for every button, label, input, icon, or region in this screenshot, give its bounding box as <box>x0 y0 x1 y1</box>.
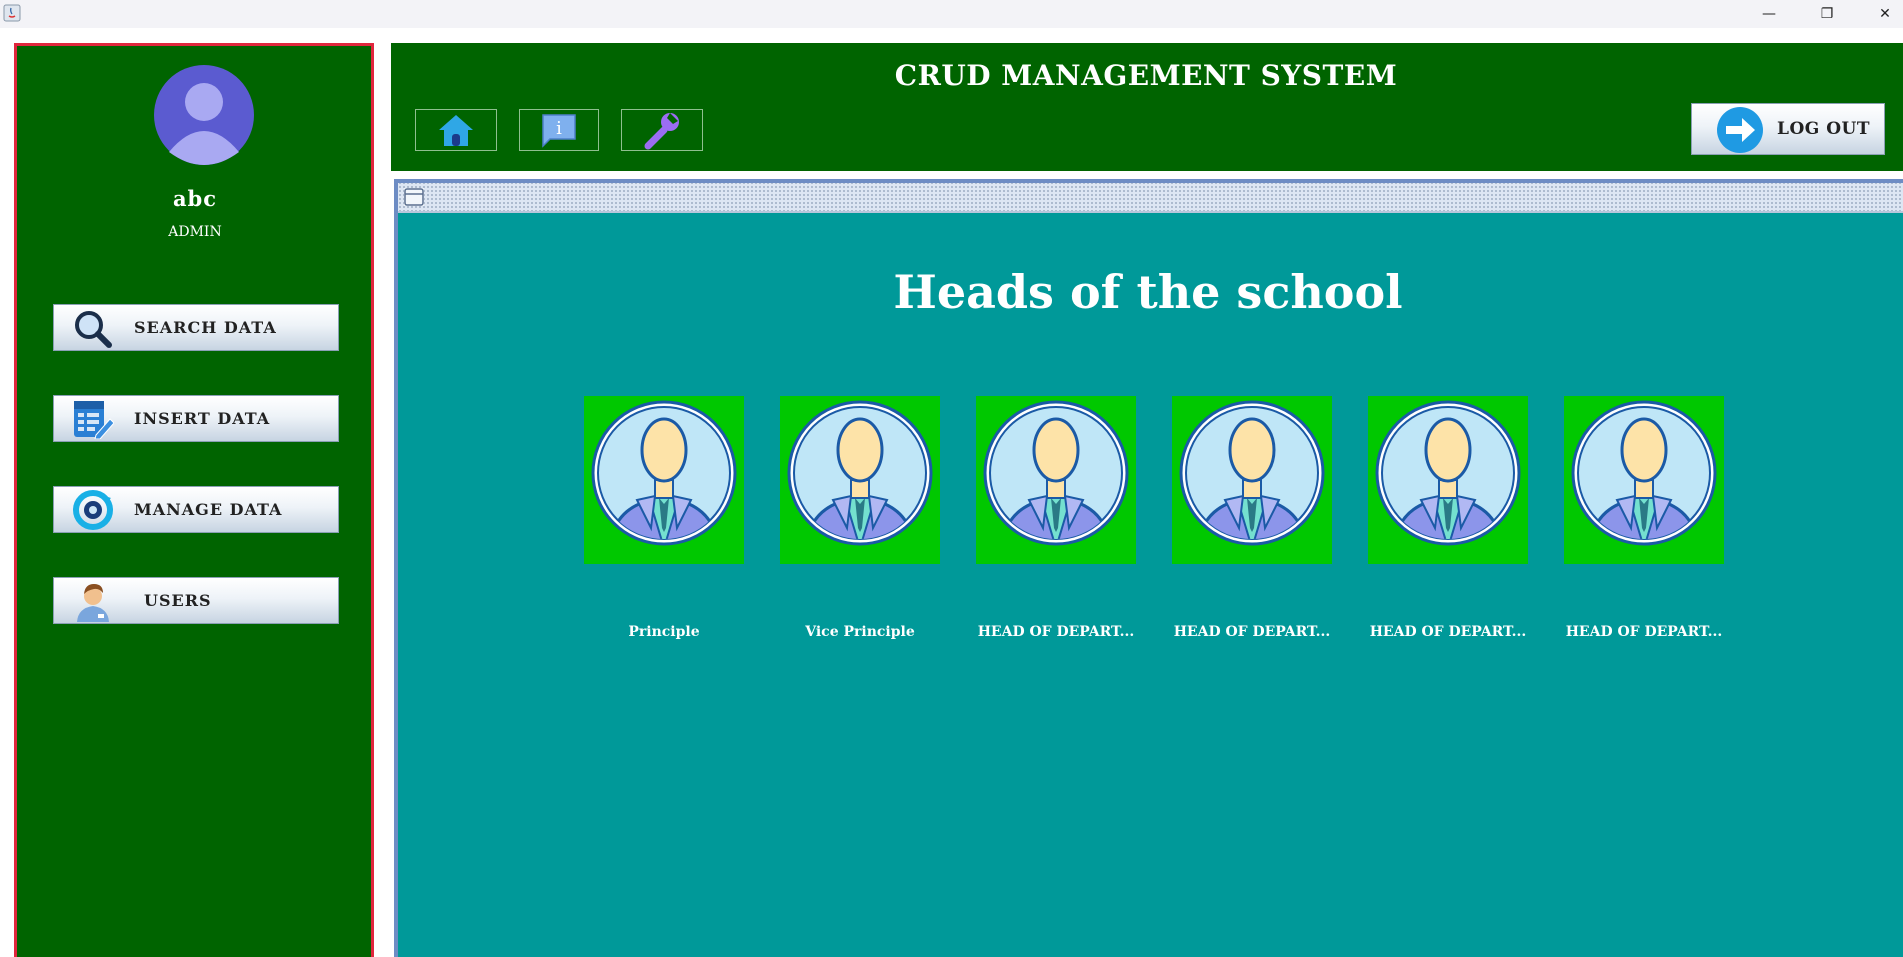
gear-refresh-icon <box>73 490 113 530</box>
app-title: CRUD MANAGEMENT SYSTEM <box>894 59 1398 92</box>
logout-label: LOG OUT <box>1777 119 1870 139</box>
person-icon <box>787 400 933 546</box>
home-icon <box>439 115 473 146</box>
sidebar: abc ADMIN SEARCH DATA INSERT DATA MANAGE… <box>14 43 374 957</box>
head-caption: HEAD OF DEPART... <box>1173 624 1331 640</box>
head-card[interactable]: Vice Principle <box>780 396 940 640</box>
person-icon <box>1375 400 1521 546</box>
maximize-button[interactable]: ❐ <box>1804 0 1850 28</box>
head-card[interactable]: HEAD OF DEPART... <box>1368 396 1528 640</box>
search-data-label: SEARCH DATA <box>134 318 277 337</box>
header: CRUD MANAGEMENT SYSTEM i LOG OUT <box>391 43 1903 171</box>
manage-data-label: MANAGE DATA <box>134 500 283 519</box>
head-photo <box>780 396 940 564</box>
head-caption: HEAD OF DEPART... <box>1369 624 1527 640</box>
table-edit-icon <box>74 401 114 439</box>
close-button[interactable]: ✕ <box>1862 0 1903 28</box>
internal-frame-title-bar[interactable] <box>398 183 1903 213</box>
frame-icon <box>404 188 424 206</box>
users-button[interactable]: USERS <box>53 577 339 624</box>
settings-button[interactable] <box>621 109 703 151</box>
avatar <box>154 65 254 165</box>
person-icon <box>983 400 1129 546</box>
manage-data-button[interactable]: MANAGE DATA <box>53 486 339 533</box>
head-caption: HEAD OF DEPART... <box>977 624 1135 640</box>
head-photo <box>1172 396 1332 564</box>
home-button[interactable] <box>415 109 497 151</box>
users-label: USERS <box>144 591 212 610</box>
head-caption: Vice Principle <box>805 624 915 640</box>
insert-data-label: INSERT DATA <box>134 409 271 428</box>
head-caption: Principle <box>628 624 700 640</box>
person-icon <box>1571 400 1717 546</box>
person-icon <box>1179 400 1325 546</box>
head-card[interactable]: Principle <box>584 396 744 640</box>
user-name: abc <box>172 186 218 211</box>
minimize-button[interactable]: — <box>1746 0 1792 28</box>
head-photo <box>584 396 744 564</box>
insert-data-button[interactable]: INSERT DATA <box>53 395 339 442</box>
person-icon <box>591 400 737 546</box>
search-data-button[interactable]: SEARCH DATA <box>53 304 339 351</box>
java-icon <box>3 4 21 22</box>
magnifier-icon <box>75 311 112 348</box>
logout-button[interactable]: LOG OUT <box>1691 103 1885 155</box>
user-icon <box>77 584 109 622</box>
window-title-bar: — ❐ ✕ <box>0 0 1903 28</box>
head-card[interactable]: HEAD OF DEPART... <box>1564 396 1724 640</box>
internal-frame: Heads of the school Principle Vice Princ… <box>394 179 1903 957</box>
svg-text:i: i <box>556 118 562 139</box>
info-icon: i <box>542 114 576 148</box>
head-card[interactable]: HEAD OF DEPART... <box>1172 396 1332 640</box>
section-title: Heads of the school <box>893 265 1403 319</box>
head-card[interactable]: HEAD OF DEPART... <box>976 396 1136 640</box>
wrench-icon <box>644 113 679 150</box>
info-button[interactable]: i <box>519 109 599 151</box>
head-photo <box>976 396 1136 564</box>
head-caption: HEAD OF DEPART... <box>1565 624 1723 640</box>
arrow-right-icon <box>1717 107 1763 153</box>
head-photo <box>1368 396 1528 564</box>
head-photo <box>1564 396 1724 564</box>
user-role: ADMIN <box>168 224 222 240</box>
